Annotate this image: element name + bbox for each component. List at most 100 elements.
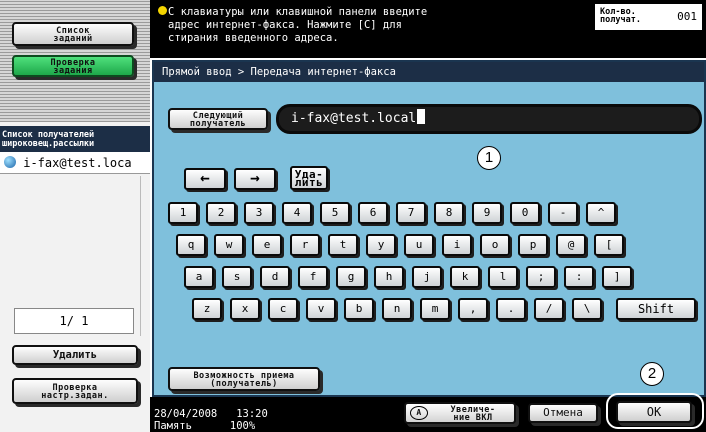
reception-option-label: Возможность приема (получатель) — [193, 371, 295, 389]
key-6[interactable]: 6 — [358, 202, 388, 224]
key-label: ] — [613, 270, 621, 283]
key-i[interactable]: i — [442, 234, 472, 256]
key-y[interactable]: y — [366, 234, 396, 256]
next-recipient-button[interactable]: Следующий получатель — [168, 108, 268, 130]
key-k[interactable]: k — [450, 266, 480, 288]
key-u[interactable]: u — [404, 234, 434, 256]
shift-label: Shift — [637, 302, 675, 316]
key-3[interactable]: 3 — [244, 202, 274, 224]
key-at[interactable]: @ — [556, 234, 586, 256]
job-list-label: Список заданий — [53, 26, 93, 44]
page-counter: 1/ 1 — [59, 314, 89, 328]
reception-option-button[interactable]: Возможность приема (получатель) — [168, 367, 320, 391]
ok-button[interactable]: OK — [616, 401, 692, 423]
key-label: h — [385, 270, 393, 283]
key-label: : — [575, 270, 583, 283]
key-backslash[interactable]: \ — [572, 298, 602, 320]
key-h[interactable]: h — [374, 266, 404, 288]
key-d[interactable]: d — [260, 266, 290, 288]
key-comma[interactable]: , — [458, 298, 488, 320]
key-t[interactable]: t — [328, 234, 358, 256]
check-job-button[interactable]: Проверка задания — [12, 55, 134, 77]
key-j[interactable]: j — [412, 266, 442, 288]
memory-value: 100% — [229, 420, 256, 432]
key-slash[interactable]: / — [534, 298, 564, 320]
key-colon[interactable]: : — [564, 266, 594, 288]
cancel-button[interactable]: Отмена — [528, 403, 598, 423]
key-label: i — [453, 238, 461, 251]
key-s[interactable]: s — [222, 266, 252, 288]
key-z[interactable]: z — [192, 298, 222, 320]
key-label: ^ — [597, 206, 605, 219]
key-m[interactable]: m — [420, 298, 450, 320]
key-semicolon[interactable]: ; — [526, 266, 556, 288]
key-label: @ — [567, 238, 575, 251]
key-5[interactable]: 5 — [320, 202, 350, 224]
text-cursor — [417, 109, 426, 124]
time: 13:20 — [236, 408, 268, 420]
key-f[interactable]: f — [298, 266, 328, 288]
address-value: i-fax@test.local — [291, 111, 417, 126]
key-x[interactable]: x — [230, 298, 260, 320]
key-g[interactable]: g — [336, 266, 366, 288]
copies-box: Кол-во. получат. 001 — [595, 4, 702, 30]
recipient-list-item[interactable]: i-fax@test.loca — [0, 152, 150, 174]
address-input[interactable]: i-fax@test.local — [276, 104, 702, 134]
globe-icon — [4, 156, 16, 168]
key-minus[interactable]: - — [548, 202, 578, 224]
key-r[interactable]: r — [290, 234, 320, 256]
callout-1: 1 — [477, 146, 501, 170]
callout-2: 2 — [640, 362, 664, 386]
main-panel: Прямой ввод > Передача интернет-факса Сл… — [152, 60, 706, 397]
right-arrow-icon: → — [250, 168, 260, 187]
zoom-button[interactable]: A Увеличе- ние ВКЛ — [404, 402, 516, 424]
date: 28/04/2008 — [154, 408, 218, 420]
check-settings-button[interactable]: Проверка настр.задан. — [12, 378, 138, 404]
key-o[interactable]: o — [480, 234, 510, 256]
key-v[interactable]: v — [306, 298, 336, 320]
key-label: o — [491, 238, 499, 251]
hint-icon — [158, 6, 167, 15]
key-label: / — [545, 302, 553, 315]
key-2[interactable]: 2 — [206, 202, 236, 224]
copies-value: 001 — [677, 10, 697, 23]
key-c[interactable]: c — [268, 298, 298, 320]
key-caret[interactable]: ^ — [586, 202, 616, 224]
key-label: b — [355, 302, 363, 315]
key-0[interactable]: 0 — [510, 202, 540, 224]
key-a[interactable]: a — [184, 266, 214, 288]
key-bracket-open[interactable]: [ — [594, 234, 624, 256]
key-7[interactable]: 7 — [396, 202, 426, 224]
key-w[interactable]: w — [214, 234, 244, 256]
key-4[interactable]: 4 — [282, 202, 312, 224]
key-p[interactable]: p — [518, 234, 548, 256]
key-n[interactable]: n — [382, 298, 412, 320]
key-period[interactable]: . — [496, 298, 526, 320]
cursor-right-button[interactable]: → — [234, 168, 276, 190]
key-9[interactable]: 9 — [472, 202, 502, 224]
key-bracket-close[interactable]: ] — [602, 266, 632, 288]
key-label: 7 — [407, 206, 415, 219]
key-label: 1 — [179, 206, 187, 219]
key-label: d — [271, 270, 279, 283]
key-label: 6 — [369, 206, 377, 219]
key-8[interactable]: 8 — [434, 202, 464, 224]
key-label: e — [263, 238, 271, 251]
key-label: x — [241, 302, 249, 315]
cursor-left-button[interactable]: ← — [184, 168, 226, 190]
key-e[interactable]: e — [252, 234, 282, 256]
key-q[interactable]: q — [176, 234, 206, 256]
key-label: m — [431, 302, 439, 315]
key-label: a — [195, 270, 203, 283]
key-label: v — [317, 302, 325, 315]
callout-1-label: 1 — [484, 149, 494, 166]
key-l[interactable]: l — [488, 266, 518, 288]
breadcrumb: Прямой ввод > Передача интернет-факса — [154, 62, 704, 82]
delete-recipient-button[interactable]: Удалить — [12, 345, 138, 365]
key-label: ; — [537, 270, 545, 283]
key-shift[interactable]: Shift — [616, 298, 696, 320]
job-list-button[interactable]: Список заданий — [12, 22, 134, 46]
delete-char-button[interactable]: Уда- лить — [290, 166, 328, 190]
key-b[interactable]: b — [344, 298, 374, 320]
key-1[interactable]: 1 — [168, 202, 198, 224]
